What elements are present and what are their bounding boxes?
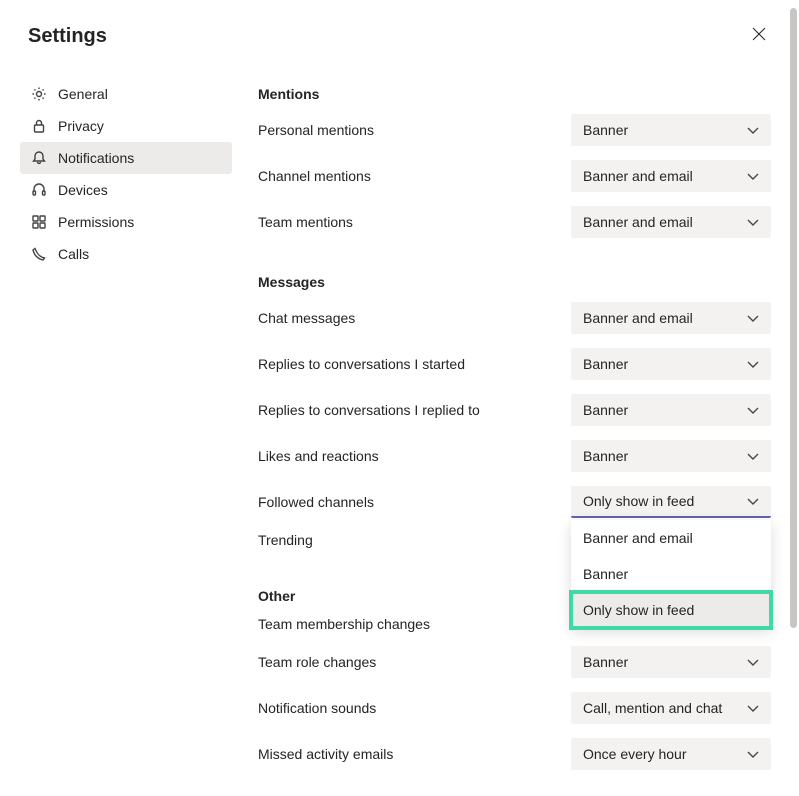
chevron-down-icon [747, 700, 759, 716]
chevron-down-icon [747, 746, 759, 762]
chevron-down-icon [747, 493, 759, 509]
sidebar-item-general[interactable]: General [20, 78, 232, 110]
sidebar-item-label: Notifications [58, 150, 134, 166]
dropdown-value: Banner [583, 654, 628, 670]
dropdown-missed-emails[interactable]: Once every hour [571, 738, 771, 770]
chevron-down-icon [747, 122, 759, 138]
menu-item-banner-email[interactable]: Banner and email [571, 520, 771, 556]
chevron-down-icon [747, 402, 759, 418]
dropdown-chat-messages[interactable]: Banner and email [571, 302, 771, 334]
setting-label: Personal mentions [258, 122, 374, 138]
dropdown-team-mentions[interactable]: Banner and email [571, 206, 771, 238]
setting-label: Team membership changes [258, 616, 430, 632]
sidebar-item-devices[interactable]: Devices [20, 174, 232, 206]
menu-item-banner[interactable]: Banner [571, 556, 771, 592]
setting-label: Likes and reactions [258, 448, 379, 464]
dropdown-value: Banner and email [583, 310, 693, 326]
lock-icon [30, 117, 48, 135]
dropdown-value: Once every hour [583, 746, 687, 762]
dropdown-role-changes[interactable]: Banner [571, 646, 771, 678]
dropdown-value: Banner [583, 448, 628, 464]
dropdown-value: Banner [583, 122, 628, 138]
page-title: Settings [28, 25, 107, 48]
sidebar-item-label: Permissions [58, 214, 134, 230]
sidebar-item-notifications[interactable]: Notifications [20, 142, 232, 174]
setting-label: Replies to conversations I replied to [258, 402, 480, 418]
sidebar-item-label: Privacy [58, 118, 104, 134]
dropdown-followed-channels[interactable]: Only show in feed Banner and email Banne… [571, 486, 771, 518]
chevron-down-icon [747, 448, 759, 464]
setting-label: Notification sounds [258, 700, 376, 716]
chevron-down-icon [747, 214, 759, 230]
setting-label: Team role changes [258, 654, 376, 670]
setting-row: Chat messages Banner and email [258, 302, 771, 334]
dropdown-menu: Banner and email Banner Only show in fee… [571, 520, 771, 628]
chevron-down-icon [747, 654, 759, 670]
sidebar-item-label: Calls [58, 246, 89, 262]
sidebar-item-label: General [58, 86, 108, 102]
dropdown-replies-started[interactable]: Banner [571, 348, 771, 380]
setting-label: Team mentions [258, 214, 353, 230]
setting-row: Replies to conversations I replied to Ba… [258, 394, 771, 426]
setting-label: Replies to conversations I started [258, 356, 465, 372]
phone-icon [30, 245, 48, 263]
dropdown-personal-mentions[interactable]: Banner [571, 114, 771, 146]
sidebar-item-permissions[interactable]: Permissions [20, 206, 232, 238]
gear-icon [30, 85, 48, 103]
dropdown-value: Call, mention and chat [583, 700, 722, 716]
scrollbar[interactable] [790, 8, 797, 628]
menu-item-only-feed[interactable]: Only show in feed [571, 592, 771, 628]
section-title-mentions: Mentions [258, 86, 771, 102]
dropdown-value: Banner [583, 402, 628, 418]
setting-label: Channel mentions [258, 168, 371, 184]
chevron-down-icon [747, 356, 759, 372]
sidebar: General Privacy Notifications Devices [0, 68, 240, 796]
dropdown-value: Banner and email [583, 168, 693, 184]
setting-label: Chat messages [258, 310, 355, 326]
setting-label: Followed channels [258, 494, 374, 510]
setting-row: Replies to conversations I started Banne… [258, 348, 771, 380]
setting-row: Team mentions Banner and email [258, 206, 771, 238]
sidebar-item-label: Devices [58, 182, 108, 198]
setting-row: Missed activity emails Once every hour [258, 738, 771, 770]
setting-row: Personal mentions Banner [258, 114, 771, 146]
close-button[interactable] [747, 24, 771, 48]
sidebar-item-calls[interactable]: Calls [20, 238, 232, 270]
bell-icon [30, 149, 48, 167]
dropdown-value: Only show in feed [583, 493, 694, 509]
app-icon [30, 213, 48, 231]
close-icon [752, 27, 766, 46]
dropdown-value: Banner [583, 356, 628, 372]
dropdown-channel-mentions[interactable]: Banner and email [571, 160, 771, 192]
section-title-messages: Messages [258, 274, 771, 290]
setting-row: Channel mentions Banner and email [258, 160, 771, 192]
chevron-down-icon [747, 310, 759, 326]
setting-label: Missed activity emails [258, 746, 393, 762]
dropdown-replies-replied[interactable]: Banner [571, 394, 771, 426]
dropdown-value: Banner and email [583, 214, 693, 230]
setting-row: Team role changes Banner [258, 646, 771, 678]
chevron-down-icon [747, 168, 759, 184]
sidebar-item-privacy[interactable]: Privacy [20, 110, 232, 142]
dropdown-likes-reactions[interactable]: Banner [571, 440, 771, 472]
setting-row: Notification sounds Call, mention and ch… [258, 692, 771, 724]
content-area: Mentions Personal mentions Banner Channe… [240, 68, 799, 796]
setting-row: Likes and reactions Banner [258, 440, 771, 472]
headset-icon [30, 181, 48, 199]
setting-row: Followed channels Only show in feed Bann… [258, 486, 771, 518]
setting-label: Trending [258, 532, 313, 548]
dropdown-notification-sounds[interactable]: Call, mention and chat [571, 692, 771, 724]
